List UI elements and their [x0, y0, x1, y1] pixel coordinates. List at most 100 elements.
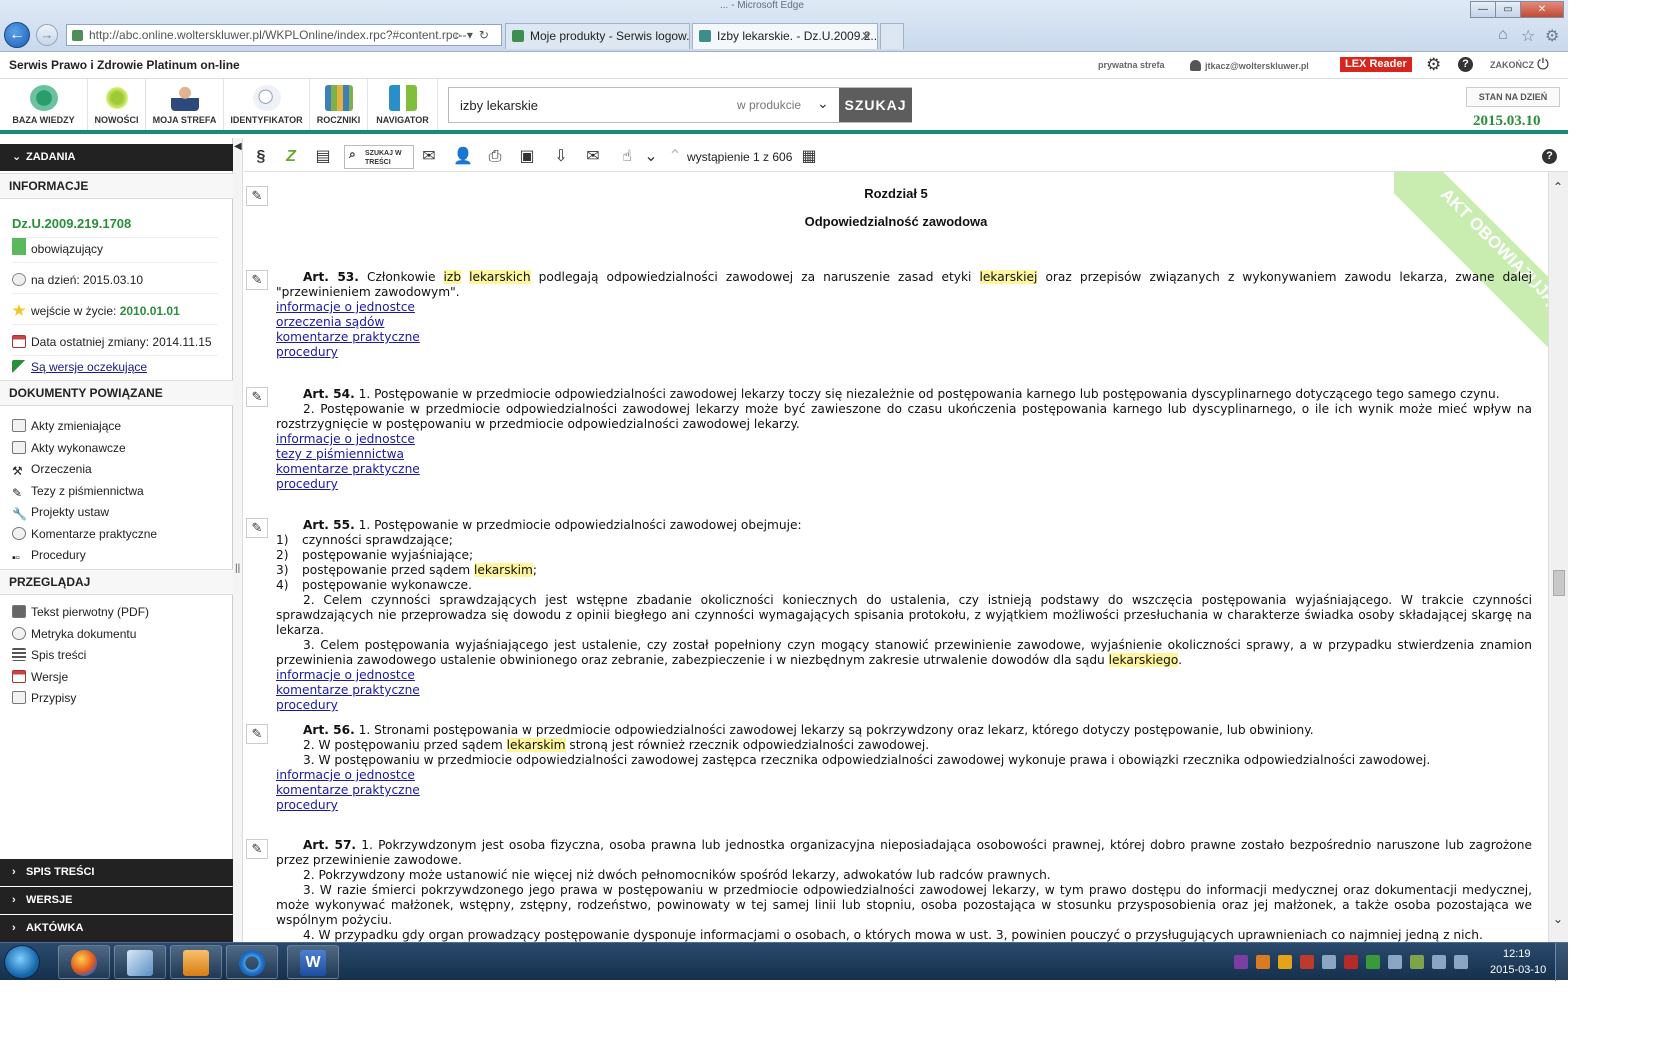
- edit-note-icon[interactable]: ✎: [246, 518, 268, 538]
- tray-app-icon[interactable]: [1410, 955, 1424, 969]
- related-komentarze[interactable]: Komentarze praktyczne: [12, 525, 218, 543]
- print-icon[interactable]: ⎙: [482, 145, 508, 169]
- tab-close-icon[interactable]: ✕: [861, 24, 871, 48]
- download-icon[interactable]: ⇩: [548, 145, 574, 169]
- scroll-down-icon[interactable]: ⌄: [1553, 912, 1563, 926]
- toolbar-identyfikator[interactable]: IDENTYFIKATOR: [224, 79, 310, 130]
- chevron-down-icon[interactable]: ⌄: [817, 95, 829, 112]
- help-icon[interactable]: ?: [1458, 57, 1473, 72]
- link-tezy[interactable]: tezy z piśmiennictwa: [276, 447, 1532, 462]
- document-scrollbar[interactable]: ⌃ ⌄: [1548, 172, 1568, 942]
- link-komentarze[interactable]: komentarze praktyczne: [276, 330, 1532, 345]
- export-word-icon[interactable]: ▣: [514, 145, 540, 169]
- link-procedury[interactable]: procedury: [276, 698, 1532, 713]
- tab-izby-lekarskie[interactable]: Izby lekarskie. - Dz.U.2009.2... ✕: [692, 23, 878, 49]
- toolbar-nowosci[interactable]: NOWOŚCI: [88, 79, 146, 130]
- spis-tresci-panel[interactable]: › SPIS TREŚCI: [0, 859, 233, 886]
- related-orzeczenia[interactable]: ⚒ Orzeczenia: [12, 460, 218, 478]
- settings-gear-icon[interactable]: ⚙: [1545, 26, 1559, 46]
- show-desktop-button[interactable]: [1555, 943, 1568, 981]
- minimize-button[interactable]: —: [1470, 1, 1496, 18]
- search-scope-select[interactable]: w produkcie: [737, 98, 801, 112]
- drag-grip-icon[interactable]: ||: [235, 563, 240, 574]
- aktowka-panel[interactable]: › AKTÓWKA: [0, 915, 233, 942]
- toolbar-roczniki[interactable]: ROCZNIKI: [310, 79, 368, 130]
- home-icon[interactable]: ⌂: [1498, 26, 1508, 44]
- link-komentarze[interactable]: komentarze praktyczne: [276, 783, 1532, 798]
- link-procedury[interactable]: procedury: [276, 477, 1532, 492]
- taskbar-word[interactable]: W: [287, 945, 339, 979]
- wersje-panel[interactable]: › WERSJE: [0, 887, 233, 914]
- comparison-icon[interactable]: ✉: [416, 145, 442, 169]
- edit-note-icon[interactable]: ✎: [246, 839, 268, 859]
- volume-icon[interactable]: [1322, 955, 1336, 969]
- browse-metryka[interactable]: Metryka dokumentu: [12, 625, 218, 643]
- search-in-text-button[interactable]: ⌕ SZUKAJ W TREŚCI: [344, 145, 414, 169]
- window-close-button[interactable]: ✕: [1520, 1, 1564, 18]
- zadania-header[interactable]: ⌄ ZADANIA: [0, 144, 233, 171]
- tray-app-icon[interactable]: [1300, 955, 1314, 969]
- browse-pdf[interactable]: Tekst pierwotny (PDF): [12, 603, 218, 621]
- battery-icon[interactable]: [1454, 955, 1468, 969]
- link-informacje[interactable]: informacje o jednostce: [276, 668, 1532, 683]
- link-procedury[interactable]: procedury: [276, 798, 1532, 813]
- related-akty-wykonawcze[interactable]: Akty wykonawcze: [12, 439, 218, 457]
- edit-note-icon[interactable]: ✎: [246, 724, 268, 744]
- user-note-icon[interactable]: 👤: [450, 145, 476, 169]
- tray-app-icon[interactable]: [1256, 955, 1270, 969]
- action-center-icon[interactable]: [1432, 955, 1446, 969]
- settings-gear-icon[interactable]: ⚙: [1426, 55, 1441, 75]
- scroll-thumb[interactable]: [1553, 570, 1565, 596]
- next-occurrence-icon[interactable]: ⌄: [638, 145, 664, 169]
- toolbar-moja-strefa[interactable]: MOJA STREFA: [146, 79, 224, 130]
- link-procedury[interactable]: procedury: [276, 345, 1532, 360]
- browse-przypisy[interactable]: Przypisy: [12, 689, 218, 707]
- start-button[interactable]: [4, 945, 40, 979]
- pending-versions[interactable]: Są wersje oczekujące: [12, 358, 218, 376]
- link-informacje[interactable]: informacje o jednostce: [276, 768, 1532, 783]
- address-actions[interactable]: ⌕▾↻: [454, 25, 495, 45]
- browse-spis[interactable]: Spis treści: [12, 646, 218, 664]
- link-orzeczenia[interactable]: orzeczenia sądów: [276, 315, 1532, 330]
- toolbar-baza-wiedzy[interactable]: BAZA WIEDZY: [0, 79, 88, 130]
- link-komentarze[interactable]: komentarze praktyczne: [276, 683, 1532, 698]
- clock-date[interactable]: 2015-03-10: [1490, 964, 1546, 976]
- onenote-tray-icon[interactable]: [1234, 955, 1248, 969]
- clock-time[interactable]: 12:19: [1503, 948, 1531, 960]
- new-tab-button[interactable]: [880, 23, 904, 49]
- taskbar-outlook[interactable]: [170, 945, 222, 979]
- back-arrow-icon[interactable]: ←: [4, 22, 30, 48]
- taskbar-internet-explorer[interactable]: [226, 945, 278, 979]
- search-input[interactable]: [449, 88, 729, 122]
- email-icon[interactable]: ✉: [580, 145, 606, 169]
- previous-occurrence-icon[interactable]: ⌃: [662, 145, 688, 169]
- sync-icon[interactable]: [1366, 955, 1380, 969]
- briefcase-add-icon[interactable]: ▦: [796, 145, 822, 169]
- state-date-button[interactable]: STAN NA DZIEŃ: [1466, 87, 1560, 107]
- help-icon[interactable]: ?: [1542, 149, 1557, 164]
- address-bar[interactable]: http://abc.online.wolterskluwer.pl/WKPLO…: [66, 24, 502, 46]
- edit-note-icon[interactable]: ✎: [246, 270, 268, 290]
- tab-moje-produkty[interactable]: Moje produkty - Serwis logow...: [505, 23, 690, 49]
- tray-app-icon[interactable]: [1278, 955, 1292, 969]
- collapse-left-icon[interactable]: ◀: [234, 141, 242, 152]
- related-akty-zmieniajace[interactable]: Akty zmieniające: [12, 417, 218, 435]
- highlight-hand-icon[interactable]: ☝: [614, 145, 640, 169]
- maximize-button[interactable]: ▭: [1495, 1, 1521, 18]
- browse-wersje[interactable]: Wersje: [12, 668, 218, 686]
- taskbar-firefox[interactable]: [58, 945, 110, 979]
- paragraph-icon[interactable]: §: [248, 145, 274, 169]
- private-zone-link[interactable]: prywatna strefa: [1098, 60, 1165, 70]
- link-informacje[interactable]: informacje o jednostce: [276, 300, 1532, 315]
- related-tezy[interactable]: ✎ Tezy z piśmiennictwa: [12, 482, 218, 500]
- link-informacje[interactable]: informacje o jednostce: [276, 432, 1532, 447]
- panel-splitter[interactable]: ◀ ||: [233, 138, 243, 942]
- scroll-up-icon[interactable]: ⌃: [1553, 180, 1563, 194]
- link-komentarze[interactable]: komentarze praktyczne: [276, 462, 1532, 477]
- table-of-contents-icon[interactable]: ▤: [310, 145, 336, 169]
- user-account-link[interactable]: jtkacz@wolterskluwer.pl: [1190, 60, 1309, 71]
- related-procedury[interactable]: ▪▫ Procedury: [12, 546, 218, 564]
- search-button[interactable]: SZUKAJ: [839, 88, 912, 122]
- lex-reader-button[interactable]: LEX Reader: [1340, 57, 1412, 72]
- security-shield-icon[interactable]: [1344, 955, 1358, 969]
